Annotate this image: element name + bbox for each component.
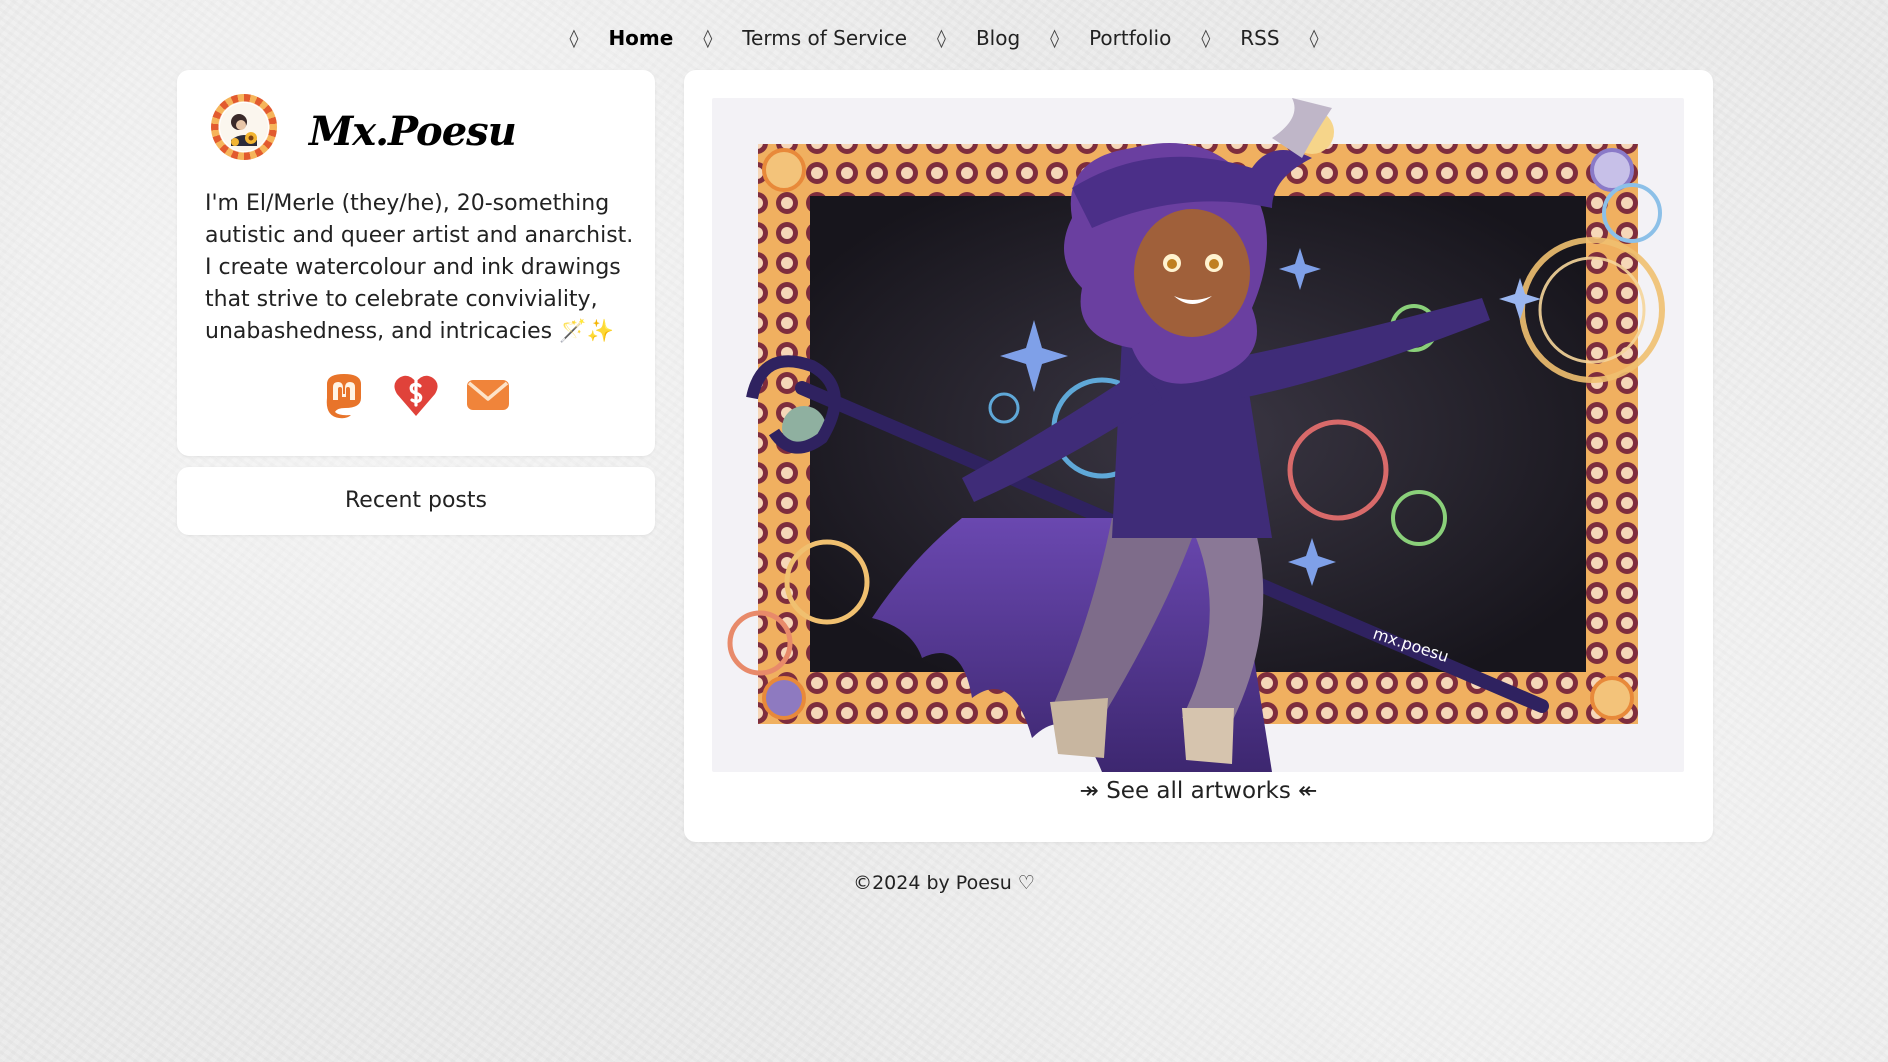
profile-bio: I'm El/Merle (they/he), 20-something aut… [205, 191, 634, 344]
social-links [177, 370, 655, 420]
donation-icon[interactable] [391, 370, 441, 420]
featured-artwork-card: mx.poesu ↠ See all artworks ↞ [684, 70, 1713, 842]
nav-item-blog[interactable]: Blog [976, 26, 1020, 50]
see-all-artworks-link[interactable]: ↠ See all artworks ↞ [684, 778, 1713, 804]
nav-separator: ◊ [703, 27, 713, 49]
site-title[interactable]: Mx.Poesu [309, 108, 517, 155]
nav-item-rss[interactable]: RSS [1240, 26, 1279, 50]
recent-posts-label: Recent posts [344, 488, 487, 513]
nav-separator: ◊ [1201, 27, 1211, 49]
footer-copyright: ©2024 by Poesu ♡ [853, 872, 1035, 894]
email-icon[interactable] [463, 370, 513, 420]
nav-separator: ◊ [569, 27, 579, 49]
avatar[interactable] [211, 94, 277, 160]
nav-separator: ◊ [1050, 27, 1060, 49]
nav-item-home[interactable]: Home [608, 26, 673, 50]
profile-card: Mx.Poesu I'm El/Merle (they/he), 20-some… [177, 70, 655, 456]
nav-separator: ◊ [937, 27, 946, 49]
nav-separator: ◊ [1309, 27, 1319, 49]
featured-artwork-image[interactable]: mx.poesu [712, 98, 1684, 772]
mastodon-icon[interactable] [319, 370, 369, 420]
main-nav: ◊ Home ◊ Terms of Service ◊ Blog ◊ Portf… [0, 18, 1888, 58]
nav-item-portfolio[interactable]: Portfolio [1089, 26, 1171, 50]
nav-item-terms-of-service[interactable]: Terms of Service [742, 26, 907, 50]
recent-posts-card[interactable]: Recent posts [177, 467, 655, 535]
